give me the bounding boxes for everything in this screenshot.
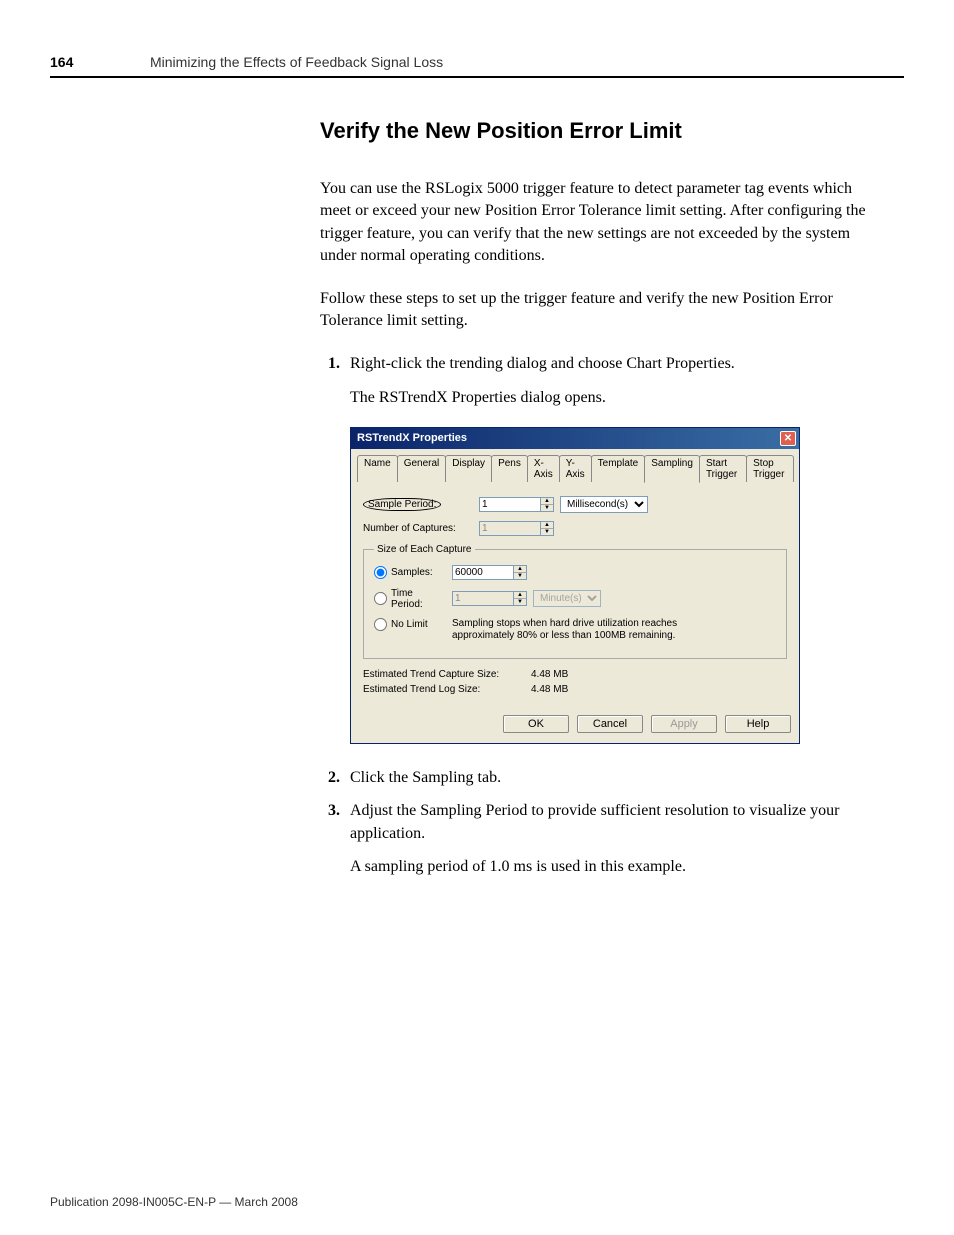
time-unit-combo: Minute(s)	[533, 590, 601, 607]
radio-no-limit[interactable]: No Limit	[374, 618, 446, 631]
sample-period-label: Sample Period:	[363, 498, 473, 511]
samples-spinner[interactable]: ▲▼	[452, 565, 527, 580]
num-captures-spinner[interactable]: ▲▼	[479, 521, 554, 536]
tab-sampling[interactable]: Sampling	[644, 455, 700, 483]
radio-samples-input[interactable]	[374, 566, 387, 579]
tab-start-trigger[interactable]: Start Trigger	[699, 455, 747, 482]
intro-paragraph-2: Follow these steps to set up the trigger…	[320, 288, 880, 333]
tab-pens[interactable]: Pens	[491, 455, 528, 482]
step-3: 3. Adjust the Sampling Period to provide…	[320, 799, 880, 845]
sampling-panel: Sample Period: ▲▼ Millisecond(s) Number …	[351, 482, 799, 709]
num-captures-input	[479, 521, 541, 536]
publication-footer: Publication 2098-IN005C-EN-P — March 200…	[50, 1195, 298, 1209]
spinner-buttons-icon: ▲▼	[514, 591, 527, 606]
tab-xaxis[interactable]: X-Axis	[527, 455, 560, 482]
ok-button[interactable]: OK	[503, 715, 569, 733]
step-text: Right-click the trending dialog and choo…	[350, 352, 880, 375]
group-legend: Size of Each Capture	[374, 544, 475, 555]
tab-yaxis[interactable]: Y-Axis	[559, 455, 592, 482]
step-text: Adjust the Sampling Period to provide su…	[350, 799, 880, 845]
rstrendx-properties-dialog: RSTrendX Properties ✕ Name General Displ…	[350, 427, 800, 744]
tab-general[interactable]: General	[397, 455, 447, 482]
tab-display[interactable]: Display	[445, 455, 492, 482]
close-icon[interactable]: ✕	[780, 431, 796, 446]
step-text: Click the Sampling tab.	[350, 766, 880, 789]
spinner-buttons-icon: ▲▼	[541, 521, 554, 536]
step-number: 3.	[320, 799, 350, 845]
apply-button: Apply	[651, 715, 717, 733]
est-capture-label: Estimated Trend Capture Size:	[363, 669, 523, 680]
radio-time-input[interactable]	[374, 592, 387, 605]
samples-input[interactable]	[452, 565, 514, 580]
est-log-label: Estimated Trend Log Size:	[363, 684, 523, 695]
step-1: 1. Right-click the trending dialog and c…	[320, 352, 880, 375]
dialog-title: RSTrendX Properties	[357, 432, 467, 444]
spinner-buttons-icon[interactable]: ▲▼	[541, 497, 554, 512]
dialog-titlebar[interactable]: RSTrendX Properties ✕	[351, 428, 799, 449]
cancel-button[interactable]: Cancel	[577, 715, 643, 733]
dialog-button-row: OK Cancel Apply Help	[351, 709, 799, 743]
est-log-value: 4.48 MB	[531, 684, 568, 695]
radio-time-label: Time Period:	[391, 588, 446, 610]
step-1-sub: The RSTrendX Properties dialog opens.	[350, 386, 880, 409]
running-head: Minimizing the Effects of Feedback Signa…	[150, 54, 443, 70]
sample-period-input[interactable]	[479, 497, 541, 512]
radio-nolimit-label: No Limit	[391, 619, 428, 630]
page-number: 164	[50, 54, 150, 70]
sample-period-spinner[interactable]: ▲▼	[479, 497, 554, 512]
page-header: 164 Minimizing the Effects of Feedback S…	[50, 54, 904, 78]
help-button[interactable]: Help	[725, 715, 791, 733]
radio-samples-label: Samples:	[391, 567, 433, 578]
time-period-input	[452, 591, 514, 606]
tab-stop-trigger[interactable]: Stop Trigger	[746, 455, 794, 482]
spinner-buttons-icon[interactable]: ▲▼	[514, 565, 527, 580]
size-of-capture-group: Size of Each Capture Samples: ▲▼	[363, 544, 787, 659]
radio-samples[interactable]: Samples:	[374, 566, 446, 579]
dialog-tabs: Name General Display Pens X-Axis Y-Axis …	[351, 449, 799, 482]
section-title: Verify the New Position Error Limit	[320, 118, 880, 144]
radio-time-period[interactable]: Time Period:	[374, 588, 446, 610]
radio-nolimit-input[interactable]	[374, 618, 387, 631]
step-number: 1.	[320, 352, 350, 375]
step-3-sub: A sampling period of 1.0 ms is used in t…	[350, 855, 880, 878]
time-period-spinner: ▲▼	[452, 591, 527, 606]
num-captures-label: Number of Captures:	[363, 523, 473, 534]
intro-paragraph-1: You can use the RSLogix 5000 trigger fea…	[320, 178, 880, 268]
sample-period-unit-combo[interactable]: Millisecond(s)	[560, 496, 648, 513]
step-number: 2.	[320, 766, 350, 789]
est-capture-value: 4.48 MB	[531, 669, 568, 680]
no-limit-note: Sampling stops when hard drive utilizati…	[452, 618, 692, 642]
tab-template[interactable]: Template	[591, 455, 646, 482]
step-2: 2. Click the Sampling tab.	[320, 766, 880, 789]
tab-name[interactable]: Name	[357, 455, 398, 482]
